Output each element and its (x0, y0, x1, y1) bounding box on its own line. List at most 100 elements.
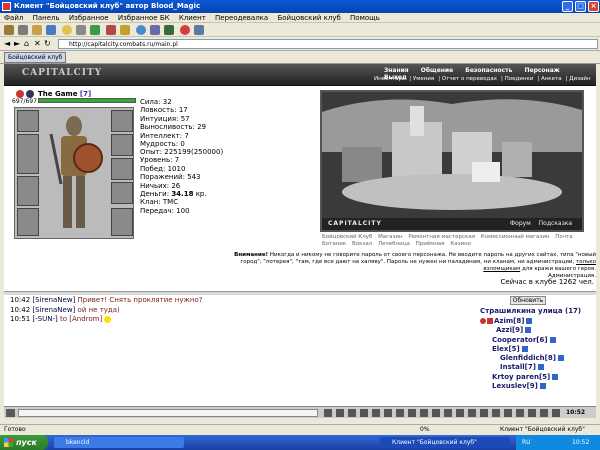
belt-slot[interactable] (17, 208, 39, 236)
settings-icon[interactable] (18, 25, 28, 35)
nav-character[interactable]: Персонаж (524, 67, 559, 74)
chat-tool-icons[interactable] (324, 409, 564, 417)
hint-link[interactable]: Подсказка (539, 220, 572, 227)
user-item[interactable]: Krtoy paren[5] (480, 373, 565, 382)
info-icon[interactable] (557, 355, 564, 362)
minimize-button[interactable]: _ (562, 1, 573, 12)
city-scene[interactable]: CAPITALCITY Форум Подсказка (320, 90, 584, 232)
language-indicator[interactable]: RU (522, 439, 531, 446)
earring-slot[interactable] (111, 110, 133, 132)
nav-communication[interactable]: Общение (421, 67, 453, 74)
nav-profile[interactable]: Анкета (541, 76, 562, 82)
user-nick[interactable]: Lexuslev[9] (492, 382, 538, 390)
nav-security[interactable]: Безопасность (465, 67, 512, 74)
location-link[interactable]: Вокзал (352, 241, 372, 247)
nav-fights[interactable]: Поединки (505, 76, 534, 82)
location-link[interactable]: Приёмная (416, 241, 445, 247)
url-input[interactable]: http://capitalcity.combats.ru/main.pl (58, 39, 598, 49)
chat-menu-icon[interactable] (6, 409, 15, 417)
nav-transfers[interactable]: Отчет о переводах (442, 76, 497, 82)
location-link[interactable]: Комиссионный магазин (481, 234, 550, 240)
user-item[interactable]: Elex[5] (480, 345, 565, 354)
tools-icon[interactable] (76, 25, 86, 35)
location-link[interactable]: Бойцовский Клуб (322, 234, 372, 240)
helmet-slot[interactable] (17, 110, 39, 132)
user-nick[interactable]: Azim[8] (494, 317, 524, 325)
chat-nick[interactable]: [SirenaNew] (32, 306, 75, 314)
nav-knowledge[interactable]: Знания (384, 67, 409, 74)
taskbar-item-active[interactable]: Клиент "Бойцовский клуб" (380, 437, 510, 448)
info-icon[interactable] (526, 318, 533, 324)
user-item[interactable]: Install[7] (480, 363, 565, 372)
menu-panel[interactable]: Панель (33, 14, 60, 22)
refresh-button[interactable]: Обновить (510, 296, 546, 305)
user-item[interactable]: Azzi[9] (480, 326, 565, 335)
start-button[interactable]: пуск (0, 435, 48, 450)
user-nick[interactable]: Elex[5] (492, 345, 520, 353)
location-link[interactable]: Магазин (378, 234, 402, 240)
open-icon[interactable] (4, 25, 14, 35)
info-icon[interactable] (521, 345, 528, 352)
nav-inventory[interactable]: Инвентарь (374, 76, 405, 82)
user-nick[interactable]: Install[7] (500, 363, 536, 371)
key-icon[interactable] (106, 25, 116, 35)
user-nick[interactable]: Glenfiddich[8] (500, 354, 556, 362)
location-link[interactable]: Почта (555, 234, 572, 240)
boots-slot[interactable] (111, 208, 133, 236)
location-link[interactable]: Лечебница (378, 241, 410, 247)
forward-icon[interactable]: ► (14, 39, 20, 49)
monitor-icon[interactable] (194, 25, 204, 35)
close-button[interactable]: × (588, 1, 599, 12)
armor-slot[interactable] (17, 176, 39, 206)
info-icon[interactable] (525, 327, 532, 334)
menu-dressing[interactable]: Переодевалка (215, 14, 268, 22)
user-nick[interactable]: Cooperator[6] (492, 336, 548, 344)
user-item[interactable]: Lexuslev[9] (480, 382, 565, 391)
weapon-slot[interactable] (17, 134, 39, 174)
smile-icon[interactable] (62, 25, 72, 35)
chat-input[interactable] (18, 409, 318, 417)
nav-design[interactable]: Дизайн (569, 76, 590, 82)
globe-icon[interactable] (136, 25, 146, 35)
stop-icon[interactable] (180, 25, 190, 35)
taskbar-item[interactable]: bkencld (54, 437, 184, 448)
user-nick[interactable]: Krtoy paren[5] (492, 373, 550, 381)
refresh-icon[interactable]: ↻ (44, 39, 51, 49)
user-item[interactable]: Glenfiddich[8] (480, 354, 565, 363)
coin-icon[interactable] (120, 25, 130, 35)
location-link[interactable]: Ботаник (322, 241, 346, 247)
user-item[interactable]: Cooperator[6] (480, 336, 565, 345)
info-icon[interactable] (552, 373, 559, 380)
location-link[interactable]: Казино (450, 241, 471, 247)
chat-nick[interactable]: [SirenaNew] (32, 296, 75, 304)
menu-file[interactable]: Файл (4, 14, 23, 22)
stop-page-icon[interactable]: ✕ (34, 39, 41, 49)
info-icon[interactable] (549, 336, 556, 343)
maximize-button[interactable]: □ (575, 1, 586, 12)
info-icon[interactable] (537, 364, 544, 371)
character-name[interactable]: The Game [7] (38, 90, 91, 98)
gloves-slot[interactable] (111, 182, 133, 204)
forum-link[interactable]: Форум (510, 220, 531, 227)
tree-icon[interactable] (90, 25, 100, 35)
nav-skills[interactable]: Умения (413, 76, 434, 82)
location-link[interactable]: Ремонтная мастерская (408, 234, 475, 240)
ring-slot[interactable] (111, 158, 133, 180)
menu-favorites[interactable]: Избранное (69, 14, 109, 22)
user-nick[interactable]: Azzi[9] (496, 326, 523, 334)
chat-nick[interactable]: [-SUN-] (32, 315, 57, 323)
lamp-icon[interactable] (150, 25, 160, 35)
folder-icon[interactable] (32, 25, 42, 35)
user-item[interactable]: Azim[8] (480, 317, 565, 326)
amulet-slot[interactable] (111, 134, 133, 156)
tab-fightclub[interactable]: Бойцовский клуб (4, 52, 67, 63)
menu-help[interactable]: Помощь (350, 14, 380, 22)
menu-favorites-bk[interactable]: Избранное БК (118, 14, 170, 22)
back-icon[interactable]: ◄ (4, 39, 10, 49)
menu-fightclub[interactable]: Бойцовский клуб (277, 14, 340, 22)
save-icon[interactable] (46, 25, 56, 35)
info-icon[interactable] (539, 383, 546, 390)
leaf-icon[interactable] (164, 25, 174, 35)
home-icon[interactable]: ⌂ (24, 39, 29, 49)
menu-client[interactable]: Клиент (179, 14, 206, 22)
